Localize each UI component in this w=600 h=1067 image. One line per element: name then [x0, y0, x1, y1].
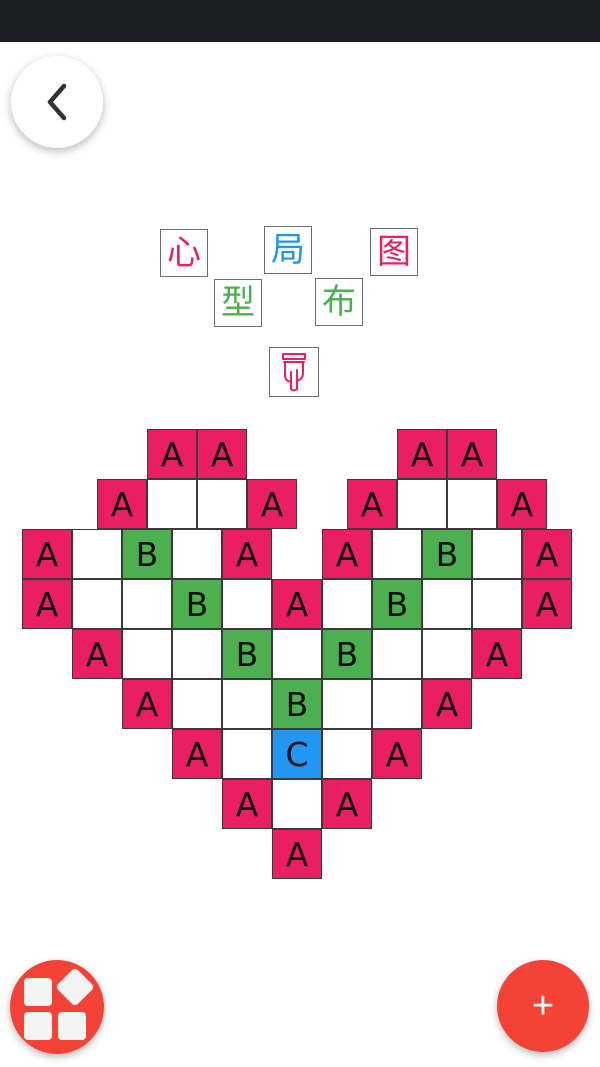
- grid-cell[interactable]: A: [497, 479, 547, 529]
- grid-cell[interactable]: A: [347, 479, 397, 529]
- grid-cell[interactable]: C: [272, 729, 322, 779]
- grid-cell[interactable]: B: [122, 529, 172, 579]
- grid-cell[interactable]: [172, 629, 222, 679]
- grid-cell[interactable]: [272, 779, 322, 829]
- grid-cell[interactable]: [172, 529, 222, 579]
- grid-cell[interactable]: [322, 579, 372, 629]
- tile-icon-bottom-right: [58, 1012, 86, 1040]
- grid-cell[interactable]: A: [397, 429, 447, 479]
- grid-cell[interactable]: B: [422, 529, 472, 579]
- grid-cell[interactable]: B: [372, 579, 422, 629]
- grid-cell[interactable]: [222, 729, 272, 779]
- grid-cell[interactable]: A: [422, 679, 472, 729]
- grid-cell[interactable]: [122, 629, 172, 679]
- plus-icon: +: [531, 984, 555, 1027]
- grid-cell[interactable]: [472, 529, 522, 579]
- grid-cell[interactable]: [122, 579, 172, 629]
- grid-cell[interactable]: A: [522, 579, 572, 629]
- grid-cell[interactable]: A: [197, 429, 247, 479]
- grid-cell[interactable]: A: [22, 579, 72, 629]
- grid-cell[interactable]: [147, 479, 197, 529]
- grid-cell[interactable]: A: [97, 479, 147, 529]
- grid-cell[interactable]: [447, 479, 497, 529]
- grid-cell[interactable]: A: [247, 479, 297, 529]
- grid-cell[interactable]: A: [122, 679, 172, 729]
- grid-cell[interactable]: A: [322, 779, 372, 829]
- grid-cell[interactable]: [222, 679, 272, 729]
- grid-cell[interactable]: A: [22, 529, 72, 579]
- heart-grid: AAAAAAAAABAABAABABAABBAABAACAAAA: [0, 0, 600, 1067]
- grid-cell[interactable]: [472, 579, 522, 629]
- grid-cell[interactable]: B: [272, 679, 322, 729]
- grid-cell[interactable]: B: [322, 629, 372, 679]
- layout-menu-button[interactable]: [10, 960, 104, 1054]
- grid-cell[interactable]: A: [472, 629, 522, 679]
- grid-cell[interactable]: A: [372, 729, 422, 779]
- grid-cell[interactable]: A: [172, 729, 222, 779]
- tile-icon-bottom-left: [24, 1012, 52, 1040]
- grid-cell[interactable]: A: [147, 429, 197, 479]
- grid-cell[interactable]: A: [222, 529, 272, 579]
- grid-cell[interactable]: [72, 529, 122, 579]
- grid-cell[interactable]: [322, 679, 372, 729]
- grid-cell[interactable]: [372, 529, 422, 579]
- grid-cell[interactable]: [222, 579, 272, 629]
- grid-cell[interactable]: B: [222, 629, 272, 679]
- grid-cell[interactable]: [272, 629, 322, 679]
- tile-icon-top-left: [24, 978, 52, 1006]
- grid-cell[interactable]: [72, 579, 122, 629]
- grid-cell[interactable]: B: [172, 579, 222, 629]
- grid-cell[interactable]: [422, 579, 472, 629]
- grid-cell[interactable]: [172, 679, 222, 729]
- grid-cell[interactable]: A: [272, 579, 322, 629]
- grid-cell[interactable]: [422, 629, 472, 679]
- grid-cell[interactable]: A: [322, 529, 372, 579]
- tile-icon-top-right-diamond: [55, 967, 95, 1007]
- grid-cell[interactable]: [197, 479, 247, 529]
- grid-cell[interactable]: [397, 479, 447, 529]
- grid-cell[interactable]: [372, 679, 422, 729]
- grid-cell[interactable]: A: [222, 779, 272, 829]
- grid-cell[interactable]: A: [522, 529, 572, 579]
- grid-cell[interactable]: A: [272, 829, 322, 879]
- grid-cell[interactable]: A: [447, 429, 497, 479]
- add-button[interactable]: +: [497, 960, 589, 1052]
- grid-cell[interactable]: [372, 629, 422, 679]
- grid-cell[interactable]: A: [72, 629, 122, 679]
- grid-cell[interactable]: [322, 729, 372, 779]
